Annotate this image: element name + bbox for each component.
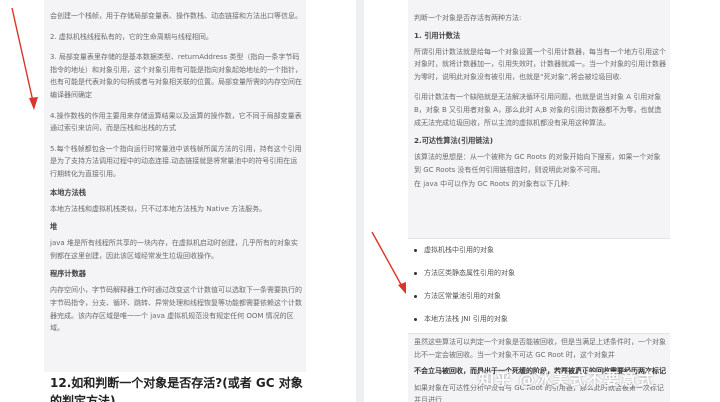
page-divider (356, 0, 364, 402)
left-page: 会创建一个栈帧，用于存储局部变量表、操作数栈、动态链接和方法出口等信息。 2. … (0, 0, 356, 402)
left-para-4: 4.操作数栈的作用主要用来存储运算结果以及运算的操作数，它不同于局部变量表通过索… (50, 111, 302, 133)
list-item: 方法区类静态属性引用的对象 (408, 262, 670, 285)
red-arrow-icon (11, 7, 38, 110)
list-item: 方法区常量池引用的对象 (408, 285, 670, 308)
left-para-3: 3. 局部变量表里存储的是基本数据类型、returnAddress 类型（指向一… (50, 53, 302, 99)
left-para-1: 会创建一个栈帧，用于存储局部变量表、操作数栈、动态链接和方法出口等信息。 (50, 12, 302, 20)
tail-para-1: 虽然这些算法可以判定一个对象是否能被回收，但是当满足上述条件时，一个对象比不一定… (414, 338, 666, 359)
section-heading: 12.如和判断一个对象是否存活?(或者 GC 对象的判定方法) (50, 376, 303, 402)
native-stack-heading: 本地方法栈 (50, 187, 86, 197)
gc-roots-list: 虚拟机栈中引用的对象 方法区类静态属性引用的对象 方法区常量池引用的对象 本地方… (408, 239, 670, 331)
method1-para-2: 引用计数法有一个缺陷就是无法解决循环引用问题，也就是说当对象 A 引用对象 B，… (414, 93, 662, 127)
method1-heading: 1. 引用计数法 (414, 30, 461, 40)
left-text-column: 会创建一个栈帧，用于存储局部变量表、操作数栈、动态链接和方法出口等信息。 2. … (50, 10, 302, 335)
method2-heading: 2.可达性算法(引用链法) (414, 136, 493, 146)
left-para-2: 2. 虚拟机栈线程私有的，它的生命周期与线程相同。 (50, 32, 213, 41)
pc-text: 内存空间小，字节码解释器工作时通过改变这个计数值可以选取下一条需要执行的字节码指… (50, 286, 302, 333)
red-arrow-icon (371, 231, 406, 294)
heap-text: java 堆是所有线程所共享的一块内存，在虚拟机启动时创建，几乎所有的对象实例都… (50, 239, 298, 260)
method2-para-1: 该算法的思想是：从一个被称为 GC Roots 的对象开始向下搜索，如果一个对象… (414, 153, 661, 174)
method2-para-2: 在 java 中可以作为 GC Roots 的对象有以下几种: (414, 180, 570, 189)
list-item: 本地方法栈 JNI 引用的对象 (408, 308, 670, 331)
right-intro: 判断一个对象是否存活有两种方法: (414, 14, 522, 22)
watermark-text: 知乎 @冰美式不要意式 (478, 370, 655, 389)
heap-heading: 堆 (50, 222, 58, 232)
gc-roots-list-box: 虚拟机栈中引用的对象 方法区类静态属性引用的对象 方法区常量池引用的对象 本地方… (408, 238, 670, 334)
left-para-5: 5.每个栈帧都包含一个指向运行时常量池中该栈帧所属方法的引用，持有这个引用是为了… (50, 144, 302, 178)
method1-para-1: 所谓引用计数法就是给每一个对象设置一个引用计数器，每当有一个地方引用这个对象时，… (414, 47, 666, 81)
right-page: 判断一个对象是否存活有两种方法: 1. 引用计数法 所谓引用计数法就是给每一个对… (364, 0, 720, 402)
native-stack-text: 本地方法栈和虚拟机栈类似，只不过本地方法栈为 Native 方法服务。 (50, 204, 267, 213)
pc-heading: 程序计数器 (50, 269, 86, 279)
list-item: 虚拟机栈中引用的对象 (408, 239, 670, 262)
right-text-column: 判断一个对象是否存活有两种方法: 1. 引用计数法 所谓引用计数法就是给每一个对… (414, 12, 666, 191)
